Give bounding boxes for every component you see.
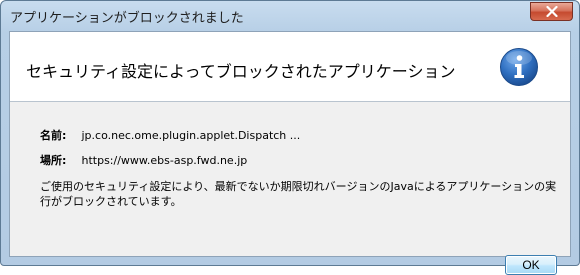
name-label: 名前: (40, 129, 67, 142)
name-row: 名前: jp.co.nec.ome.plugin.applet.Dispatch… (40, 127, 300, 143)
name-value: jp.co.nec.ome.plugin.applet.Dispatch ... (81, 129, 301, 142)
close-button[interactable] (530, 2, 573, 21)
info-icon (500, 48, 538, 86)
dialog-content: セキュリティ設定によってブロックされたアプリケーション 名前: jp.co.ne… (9, 31, 571, 275)
location-label: 場所: (40, 154, 67, 167)
location-row: 場所: https://www.ebs-asp.fwd.ne.jp (40, 152, 247, 168)
ok-button[interactable]: OK (505, 255, 557, 275)
dialog-header: セキュリティ設定によってブロックされたアプリケーション (10, 32, 570, 102)
block-message: ご使用のセキュリティ設定により、最新でないか期限切れバージョンのJavaによるア… (40, 180, 557, 208)
window-title: アプリケーションがブロックされました (10, 11, 244, 26)
dialog-window: アプリケーションがブロックされました セキュリティ設定によってブロックされたアプ… (0, 0, 580, 275)
location-value: https://www.ebs-asp.fwd.ne.jp (81, 154, 248, 167)
dialog-body: 名前: jp.co.nec.ome.plugin.applet.Dispatch… (10, 102, 570, 275)
close-icon (545, 6, 558, 17)
dialog-heading: セキュリティ設定によってブロックされたアプリケーション (26, 62, 456, 81)
title-bar[interactable]: アプリケーションがブロックされました (1, 1, 579, 31)
